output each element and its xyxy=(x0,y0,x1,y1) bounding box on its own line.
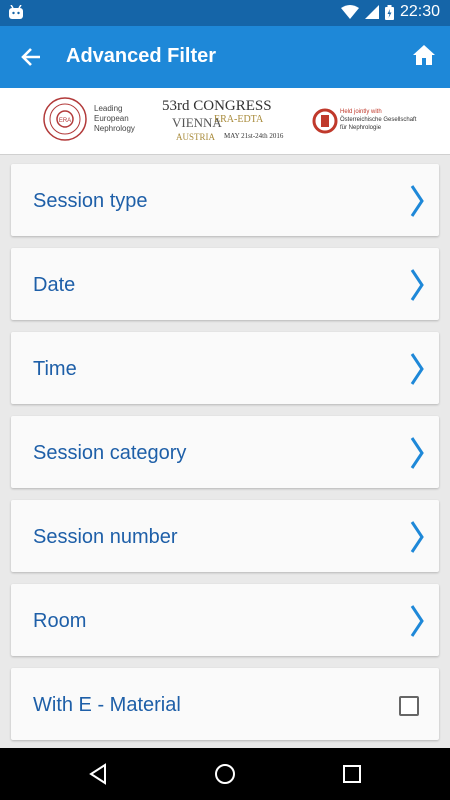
clock: 22:30 xyxy=(399,3,440,20)
congress-title: 53rd CONGRESS xyxy=(162,98,272,114)
status-bar: 22:30 xyxy=(0,0,450,26)
svg-text:ERA: ERA xyxy=(59,118,71,124)
e-material-checkbox[interactable] xyxy=(399,696,419,716)
filter-item-label: Session type xyxy=(33,190,148,212)
wifi-icon xyxy=(340,5,359,19)
congress-banner: ERA Leading European Nephrology 53rd CON… xyxy=(0,88,450,155)
back-nav-icon[interactable] xyxy=(86,762,110,786)
filter-item[interactable]: With E - Material xyxy=(11,668,439,740)
battery-icon xyxy=(384,4,394,20)
filter-item-label: With E - Material xyxy=(33,694,181,716)
filter-item[interactable]: Time xyxy=(11,332,439,404)
congress-country: AUSTRIA xyxy=(176,132,216,142)
filter-item-label: Session category xyxy=(33,442,187,464)
filter-item-label: Date xyxy=(33,274,76,296)
filter-item-label: Room xyxy=(33,610,87,632)
chevron-right-icon xyxy=(410,605,424,637)
page-title: Advanced Filter xyxy=(66,45,217,67)
filter-item[interactable]: Room xyxy=(11,584,439,656)
filter-item[interactable]: Date xyxy=(11,248,439,320)
era-tagline: Leading European Nephrology xyxy=(94,104,135,133)
home-icon[interactable] xyxy=(412,43,436,67)
filter-item[interactable]: Session type xyxy=(11,164,439,236)
chevron-right-icon xyxy=(410,185,424,217)
chevron-right-icon xyxy=(410,269,424,301)
navigation-bar xyxy=(0,748,450,800)
era-edta-logo: ERA xyxy=(43,97,87,141)
app-bar: Advanced Filter xyxy=(0,26,450,88)
chevron-right-icon xyxy=(410,353,424,385)
congress-city: VIENNA xyxy=(172,115,222,130)
back-arrow-icon[interactable] xyxy=(16,44,46,70)
chevron-right-icon xyxy=(410,521,424,553)
filter-item[interactable]: Session category xyxy=(11,416,439,488)
chevron-right-icon xyxy=(410,437,424,469)
home-nav-icon[interactable] xyxy=(213,762,237,786)
filter-item-label: Time xyxy=(33,358,77,380)
signal-icon xyxy=(364,5,379,19)
congress-dates: MAY 21st-24th 2016 xyxy=(224,132,284,140)
society-logo-icon xyxy=(312,108,338,134)
filter-item[interactable]: Session number xyxy=(11,500,439,572)
recents-nav-icon[interactable] xyxy=(340,762,364,786)
android-notification-icon xyxy=(9,5,23,19)
held-jointly-text: Held jointly with Österreichische Gesell… xyxy=(340,109,417,131)
filter-item-label: Session number xyxy=(33,526,178,548)
congress-logo: 53rd CONGRESS ERA-EDTA VIENNA AUSTRIA MA… xyxy=(162,98,284,142)
filter-list: Session type Date Time Session category Sess… xyxy=(11,164,439,752)
